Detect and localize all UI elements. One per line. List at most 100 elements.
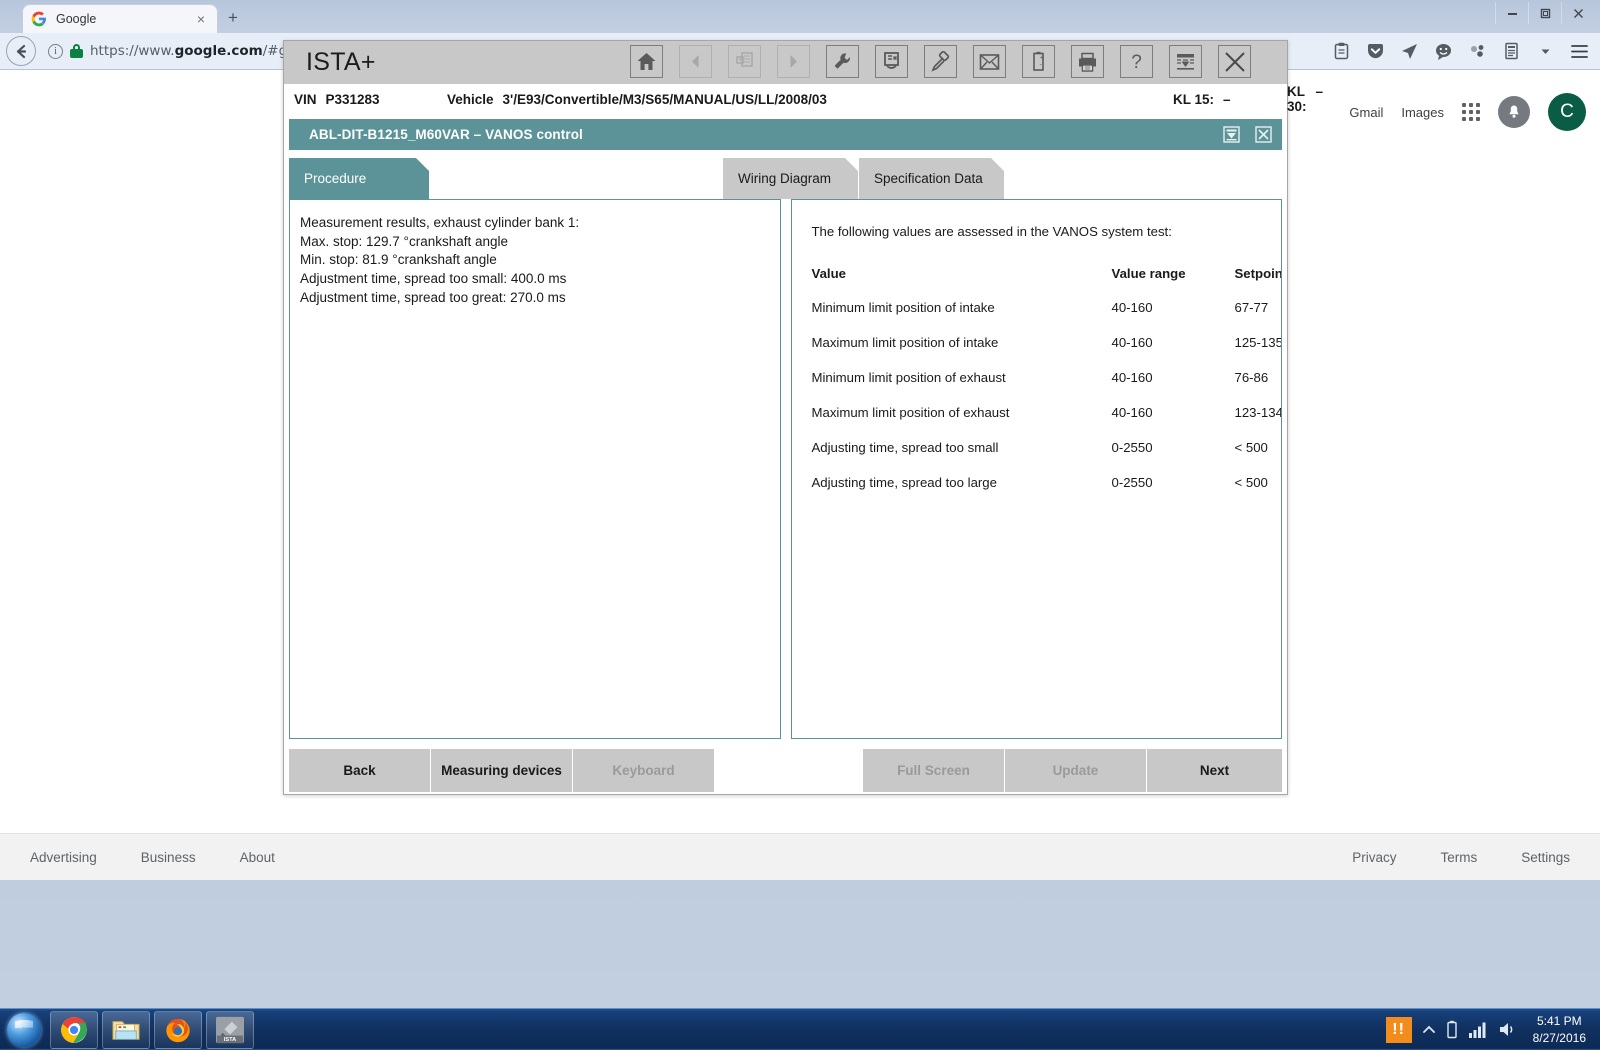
- svg-text:?: ?: [1131, 52, 1142, 72]
- ista-toolbar: + - ?: [630, 45, 1251, 78]
- service-plan-icon[interactable]: [875, 45, 908, 78]
- chat-icon[interactable]: [1426, 36, 1460, 66]
- tab-specification-data[interactable]: Specification Data: [859, 158, 1004, 199]
- cell-setpoint: 125-135: [1234, 335, 1282, 350]
- pocket-icon[interactable]: [1358, 36, 1392, 66]
- table-row: Adjusting time, spread too large 0-2550 …: [811, 475, 1282, 510]
- footer-links-right: Privacy Terms Settings: [1352, 850, 1570, 865]
- svg-text:-: -: [1040, 62, 1043, 69]
- window-close-button[interactable]: [1561, 2, 1594, 24]
- ista-content: Procedure Wiring Diagram Specification D…: [284, 158, 1287, 792]
- send-icon[interactable]: [1392, 36, 1426, 66]
- apps-grid-icon[interactable]: [1462, 103, 1480, 121]
- table-header-row: Value Value range Setpoint: [812, 266, 1282, 300]
- kl15-value: –: [1223, 91, 1231, 107]
- taskbar-item-chrome[interactable]: [50, 1010, 98, 1049]
- taskbar-item-firefox[interactable]: [154, 1010, 202, 1049]
- forward-arrow-icon[interactable]: [777, 45, 810, 78]
- table-row: Adjusting time, spread too small 0-2550 …: [812, 440, 1282, 475]
- tab-procedure-label: Procedure: [304, 171, 367, 186]
- gmail-link[interactable]: Gmail: [1349, 105, 1383, 120]
- molecule-icon[interactable]: [1460, 36, 1494, 66]
- windows-start-orb-icon[interactable]: [2, 1010, 46, 1050]
- measurement-adj-small: Adjustment time, spread too small: 400.0…: [300, 270, 567, 286]
- window-maximize-button[interactable]: [1528, 2, 1561, 24]
- print-icon[interactable]: [1071, 45, 1104, 78]
- cell-setpoint: < 500: [1234, 440, 1268, 455]
- taskbar-item-ista[interactable]: ISTA: [206, 1010, 254, 1049]
- images-link[interactable]: Images: [1401, 105, 1444, 120]
- url-prefix: https://www.: [90, 43, 175, 59]
- chevron-down-icon[interactable]: [1528, 36, 1562, 66]
- close-icon[interactable]: [1218, 45, 1251, 78]
- footer-link-business[interactable]: Business: [141, 850, 196, 865]
- table-row: Minimum limit position of exhaust 40-160…: [812, 370, 1282, 405]
- speaker-icon[interactable]: [1499, 1021, 1518, 1038]
- warning-icon[interactable]: !!: [1385, 1016, 1412, 1043]
- avatar[interactable]: C: [1548, 93, 1586, 131]
- mail-icon[interactable]: [973, 45, 1006, 78]
- measuring-devices-button[interactable]: Measuring devices: [431, 749, 572, 792]
- footer-link-settings[interactable]: Settings: [1521, 850, 1570, 865]
- taskbar-clock[interactable]: 5:41 PM 8/27/2016: [1529, 1013, 1592, 1045]
- menu-icon[interactable]: [1562, 36, 1596, 66]
- wrench-icon[interactable]: [826, 45, 859, 78]
- home-icon[interactable]: [630, 45, 663, 78]
- app-title: ISTA+: [306, 48, 376, 76]
- cell-range: 40-160: [1111, 300, 1153, 315]
- kl30-label: KL 30:: [1287, 84, 1307, 114]
- clipboard-icon[interactable]: [1324, 36, 1358, 66]
- footer-link-about[interactable]: About: [240, 850, 275, 865]
- google-header-links: Gmail Images C: [1349, 93, 1586, 131]
- signal-bars-icon[interactable]: [1468, 1021, 1488, 1038]
- cell-setpoint: 67-77: [1234, 300, 1269, 315]
- connector-icon[interactable]: [924, 45, 957, 78]
- reader-icon[interactable]: [1494, 36, 1528, 66]
- screen: Google × + i https://www.google.com Gmai…: [0, 0, 1600, 1050]
- procedure-panel: Measurement results, exhaust cylinder ba…: [289, 199, 781, 739]
- update-button: Update: [1004, 749, 1146, 792]
- tab-wiring-diagram[interactable]: Wiring Diagram: [723, 158, 858, 199]
- cell-value: Adjusting time, spread too large: [811, 475, 997, 490]
- back-button[interactable]: Back: [289, 749, 430, 792]
- documents-icon[interactable]: [728, 45, 761, 78]
- tab-close-icon[interactable]: ×: [193, 11, 209, 27]
- back-arrow-icon[interactable]: [6, 36, 36, 66]
- footer-link-privacy[interactable]: Privacy: [1352, 850, 1396, 865]
- system-tray: !! 5:41 PM 8/27/2016: [1385, 1009, 1600, 1050]
- close-panel-icon[interactable]: [1254, 126, 1272, 144]
- vin-value: P331283: [325, 91, 380, 107]
- vehicle-label: Vehicle: [447, 91, 494, 107]
- battery-icon[interactable]: [1446, 1020, 1458, 1039]
- windows-taskbar: ISTA !! 5:41 PM 8/27/2016: [0, 1008, 1600, 1050]
- cell-value: Maximum limit position of intake: [811, 335, 999, 350]
- next-button[interactable]: Next: [1146, 749, 1282, 792]
- procedure-header-buttons: [1222, 126, 1272, 144]
- taskbar-item-file-explorer[interactable]: [102, 1010, 150, 1049]
- window-minimize-button[interactable]: [1495, 2, 1528, 24]
- info-icon[interactable]: i: [48, 43, 63, 59]
- footer-link-advertising[interactable]: Advertising: [30, 850, 97, 865]
- cell-range: 40-160: [1111, 370, 1153, 385]
- back-arrow-icon[interactable]: [679, 45, 712, 78]
- chevron-up-icon[interactable]: [1422, 1025, 1435, 1034]
- help-icon[interactable]: ?: [1120, 45, 1153, 78]
- battery-icon[interactable]: + -: [1022, 45, 1055, 78]
- kl15-label: KL 15:: [1173, 91, 1215, 107]
- tab-procedure[interactable]: Procedure: [289, 158, 429, 199]
- footer-link-terms[interactable]: Terms: [1440, 850, 1477, 865]
- minimize-panel-icon[interactable]: [1222, 126, 1240, 144]
- procedure-header: ABL-DIT-B1215_M60VAR – VANOS control: [289, 119, 1282, 150]
- browser-tab-title: Google: [56, 12, 97, 26]
- bell-icon[interactable]: [1498, 96, 1530, 128]
- new-tab-button[interactable]: +: [228, 9, 238, 27]
- url-domain: google.com: [174, 43, 263, 59]
- collapse-icon[interactable]: [1169, 45, 1202, 78]
- vehicle-value: 3'/E93/Convertible/M3/S65/MANUAL/US/LL/2…: [502, 91, 827, 107]
- cell-value: Minimum limit position of intake: [811, 300, 995, 315]
- svg-text:ISTA: ISTA: [224, 1037, 236, 1043]
- footer-links-left: Advertising Business About: [30, 850, 275, 865]
- cell-value: Maximum limit position of exhaust: [811, 405, 1010, 420]
- table-row: Maximum limit position of exhaust 40-160…: [811, 405, 1282, 440]
- browser-tab[interactable]: Google ×: [22, 4, 218, 33]
